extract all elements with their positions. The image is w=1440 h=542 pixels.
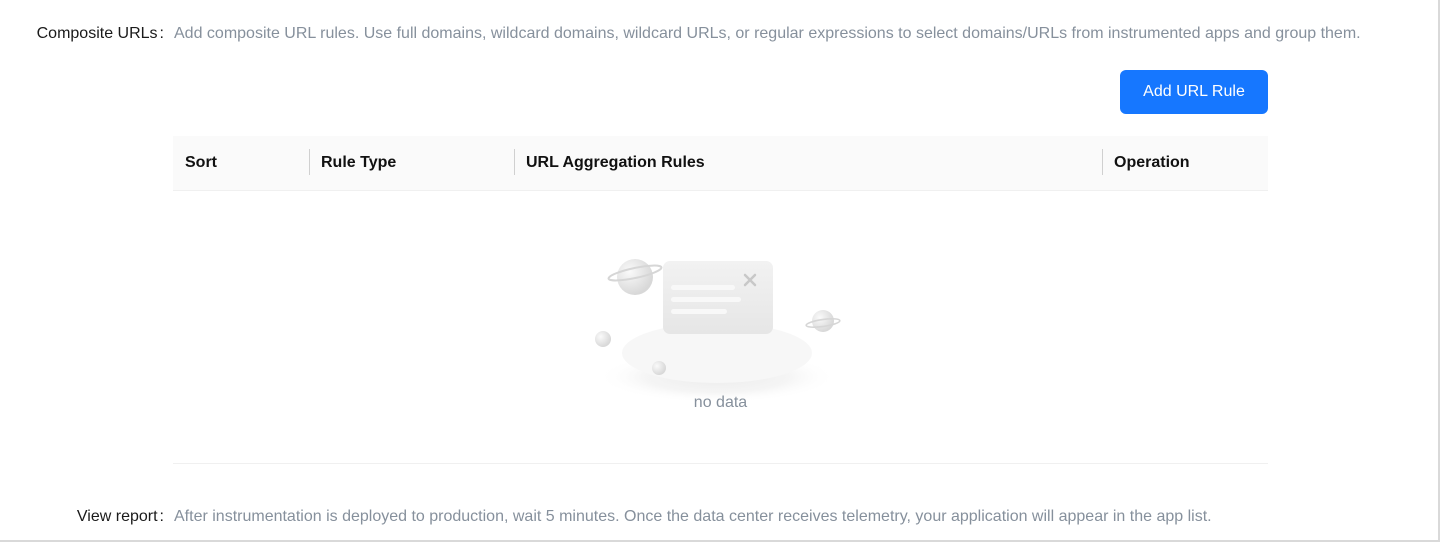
table-header: Sort Rule Type URL Aggregation Rules Ope… bbox=[173, 136, 1268, 191]
add-url-rule-button[interactable]: Add URL Rule bbox=[1120, 70, 1268, 114]
view-report-description: After instrumentation is deployed to pro… bbox=[174, 508, 1212, 525]
column-divider bbox=[309, 149, 310, 175]
column-header-rule-type: Rule Type bbox=[321, 154, 397, 171]
column-divider bbox=[514, 149, 515, 175]
view-report-row: View report: After instrumentation is de… bbox=[0, 506, 1212, 528]
label-colon: : bbox=[159, 508, 164, 525]
composite-urls-label: Composite URLs: bbox=[0, 23, 164, 45]
empty-state: no data bbox=[173, 191, 1268, 463]
empty-state-illustration-icon bbox=[595, 259, 841, 403]
column-header-url-aggregation-rules: URL Aggregation Rules bbox=[526, 154, 705, 171]
composite-urls-label-text: Composite URLs bbox=[36, 25, 158, 42]
table-body: no data bbox=[173, 191, 1268, 464]
empty-state-text: no data bbox=[693, 394, 748, 411]
label-colon: : bbox=[159, 25, 164, 42]
url-rules-table: Sort Rule Type URL Aggregation Rules Ope… bbox=[173, 136, 1268, 464]
view-report-label-text: View report bbox=[76, 508, 158, 525]
page: Composite URLs: Add composite URL rules.… bbox=[0, 0, 1440, 542]
column-header-operation: Operation bbox=[1114, 154, 1190, 171]
composite-urls-row: Composite URLs: Add composite URL rules.… bbox=[0, 23, 1361, 45]
composite-urls-description: Add composite URL rules. Use full domain… bbox=[174, 25, 1361, 42]
view-report-label: View report: bbox=[0, 506, 164, 528]
column-divider bbox=[1102, 149, 1103, 175]
column-header-sort: Sort bbox=[185, 154, 217, 171]
